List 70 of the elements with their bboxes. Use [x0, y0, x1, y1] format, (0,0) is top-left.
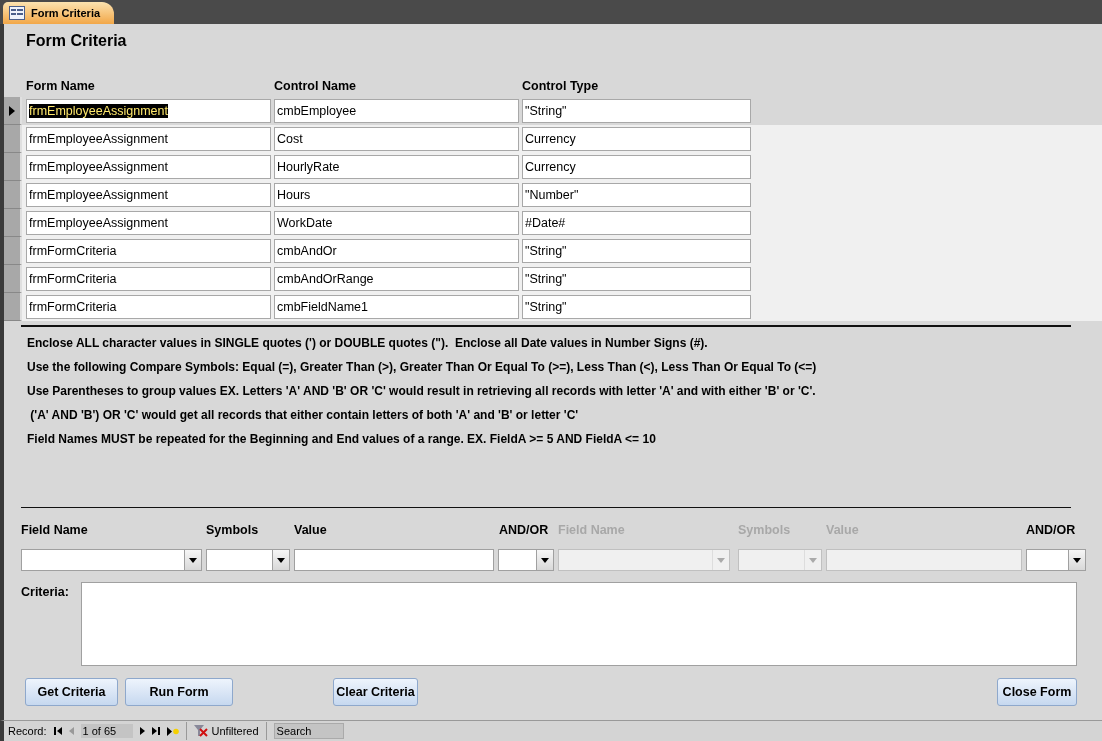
form-button[interactable]: Close Form — [997, 678, 1077, 706]
control-name-field[interactable]: HourlyRate — [274, 155, 519, 179]
record-row[interactable]: frmEmployeeAssignment Cost Currency — [4, 125, 1102, 153]
form-name-field[interactable]: frmEmployeeAssignment — [26, 155, 271, 179]
control-type-field[interactable]: Currency — [522, 155, 751, 179]
field-label: AND/OR — [499, 523, 550, 539]
column-header: Form Name — [26, 79, 96, 95]
instruction-text: Use the following Compare Symbols: Equal (=), Greater Than (>), Greater Than Or Equal To (>=), Less Than (<), Less Than Or Equal To (<=) — [27, 359, 818, 376]
field-label: AND/OR — [1026, 523, 1077, 539]
form-name-field[interactable]: frmEmployeeAssignment — [26, 127, 271, 151]
instruction-text: Enclose ALL character values in SINGLE quotes (') or DOUBLE quotes ("). Enclose all Date values in Number Signs (#). — [27, 335, 709, 352]
form-name-field[interactable]: frmEmployeeAssignment — [26, 99, 271, 123]
filter-off-icon — [193, 725, 208, 737]
field-label: Value — [294, 523, 328, 539]
form-button[interactable]: Run Form — [125, 678, 233, 706]
record-row[interactable]: frmFormCriteria cmbFieldName1 "String" — [4, 293, 1102, 321]
form-button[interactable]: Clear Criteria — [333, 678, 418, 706]
form-button[interactable]: Get Criteria — [25, 678, 118, 706]
first-record-icon[interactable] — [53, 727, 62, 735]
value-field[interactable] — [294, 549, 494, 571]
form-tab[interactable]: Form Criteria — [3, 2, 115, 24]
form-icon — [9, 6, 25, 20]
record-selector[interactable] — [4, 97, 22, 125]
next-record-icon[interactable] — [139, 727, 145, 735]
form-name-field[interactable]: frmFormCriteria — [26, 295, 271, 319]
form-name-field[interactable]: frmEmployeeAssignment — [26, 211, 271, 235]
criteria-field[interactable] — [81, 582, 1077, 666]
control-type-field[interactable]: #Date# — [522, 211, 751, 235]
control-type-field[interactable]: "String" — [522, 239, 751, 263]
field-label: Field Name — [21, 523, 89, 539]
column-header: Control Name — [274, 79, 357, 95]
control-type-field[interactable]: Currency — [522, 127, 751, 151]
previous-record-icon[interactable] — [68, 727, 74, 735]
control-type-field[interactable]: "Number" — [522, 183, 751, 207]
control-name-field[interactable]: cmbAndOrRange — [274, 267, 519, 291]
search-field[interactable]: Search — [273, 723, 344, 739]
field-label: Symbols — [206, 523, 260, 539]
control-type-field[interactable]: "String" — [522, 295, 751, 319]
instruction-text: Use Parentheses to group values EX. Letters 'A' AND 'B' OR 'C' would result in retrieving all records with letter 'A' and with either 'B' or 'C'. — [27, 383, 817, 400]
record-label: Record: — [8, 725, 47, 737]
form-title: Form Criteria — [26, 32, 128, 51]
filter-toggle[interactable]: Unfiltered — [193, 725, 259, 737]
criteria-label: Criteria: — [21, 585, 70, 601]
column-header: Control Type — [522, 79, 600, 95]
form-name-field[interactable]: frmFormCriteria — [26, 239, 271, 263]
control-name-field[interactable]: Hours — [274, 183, 519, 207]
dropdown-field[interactable] — [498, 549, 554, 571]
control-type-field[interactable]: "String" — [522, 99, 751, 123]
record-row[interactable]: frmFormCriteria cmbAndOr "String" — [4, 237, 1102, 265]
record-row[interactable]: frmEmployeeAssignment HourlyRate Currency — [4, 153, 1102, 181]
current-record-icon — [9, 105, 15, 116]
record-position-field[interactable]: 1 of 65 — [80, 724, 133, 738]
control-name-field[interactable]: Cost — [274, 127, 519, 151]
record-row[interactable]: frmFormCriteria cmbAndOrRange "String" — [4, 265, 1102, 293]
instruction-text: ('A' AND 'B') OR 'C' would get all records that either contain letters of both 'A' and 'B' or letter 'C' — [29, 407, 580, 424]
form-name-field[interactable]: frmEmployeeAssignment — [26, 183, 271, 207]
control-name-field[interactable]: WorkDate — [274, 211, 519, 235]
form-name-field[interactable]: frmFormCriteria — [26, 267, 271, 291]
last-record-icon[interactable] — [151, 727, 160, 735]
dropdown-field[interactable] — [21, 549, 202, 571]
instruction-text: Field Names MUST be repeated for the Beginning and End values of a range. EX. FieldA >= 5 AND FieldA <= 10 — [27, 431, 657, 448]
dropdown-field[interactable] — [1026, 549, 1086, 571]
record-row[interactable]: frmEmployeeAssignment Hours "Number" — [4, 181, 1102, 209]
control-name-field[interactable]: cmbEmployee — [274, 99, 519, 123]
new-record-icon[interactable] — [166, 726, 179, 736]
control-name-field[interactable]: cmbAndOr — [274, 239, 519, 263]
record-row[interactable]: frmEmployeeAssignment WorkDate #Date# — [4, 209, 1102, 237]
dropdown-field[interactable] — [206, 549, 290, 571]
control-type-field[interactable]: "String" — [522, 267, 751, 291]
control-name-field[interactable]: cmbFieldName1 — [274, 295, 519, 319]
